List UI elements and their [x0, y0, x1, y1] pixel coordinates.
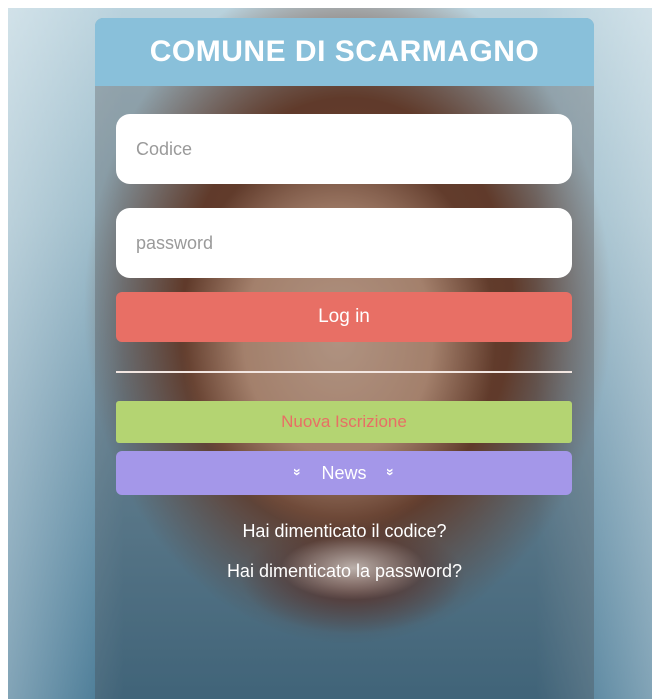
double-chevron-down-icon: »	[382, 468, 399, 476]
signup-button-label: Nuova Iscrizione	[281, 412, 407, 431]
background-photo: COMUNE DI SCARMAGNO Log in Nuova Iscrizi…	[8, 8, 652, 699]
code-input[interactable]	[116, 114, 572, 184]
forgot-code-link[interactable]: Hai dimenticato il codice?	[95, 521, 594, 542]
signup-button[interactable]: Nuova Iscrizione	[116, 401, 572, 443]
login-button[interactable]: Log in	[116, 292, 572, 342]
forgot-password-link[interactable]: Hai dimenticato la password?	[95, 561, 594, 582]
panel-header: COMUNE DI SCARMAGNO	[95, 18, 594, 86]
login-panel: COMUNE DI SCARMAGNO Log in Nuova Iscrizi…	[95, 18, 594, 699]
news-button-label: News	[321, 462, 367, 483]
news-toggle-button[interactable]: » News »	[116, 451, 572, 495]
page-title: COMUNE DI SCARMAGNO	[149, 35, 540, 68]
login-button-label: Log in	[318, 306, 370, 327]
divider	[116, 371, 572, 373]
double-chevron-down-icon: »	[289, 468, 306, 476]
password-input[interactable]	[116, 208, 572, 278]
